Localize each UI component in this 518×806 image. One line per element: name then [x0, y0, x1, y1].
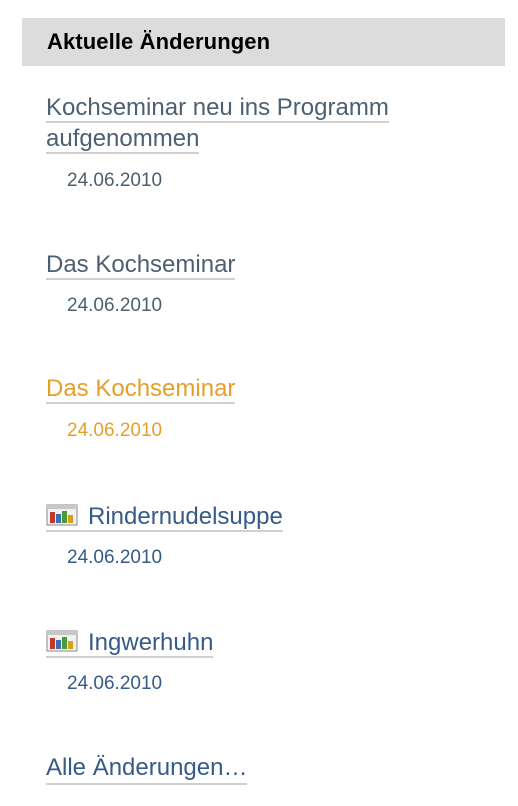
- item-link-kochseminar-neu-cont[interactable]: aufgenommen: [46, 125, 200, 154]
- item-link-das-kochseminar[interactable]: Das Kochseminar: [46, 251, 236, 280]
- item-date: 24.06.2010: [67, 420, 163, 441]
- item-date: 24.06.2010: [67, 673, 163, 694]
- recent-changes-portlet: Aktuelle Änderungen: [22, 18, 505, 66]
- document-icon: [46, 630, 78, 652]
- item-date: 24.06.2010: [67, 295, 163, 316]
- portlet-title: Aktuelle Änderungen: [47, 29, 271, 54]
- item-link-ingwerhuhn[interactable]: Ingwerhuhn: [46, 629, 214, 658]
- item-title: Ingwerhuhn: [88, 629, 214, 656]
- list-item: Rindernudelsuppe 24.06.2010: [46, 501, 486, 568]
- item-link-rindernudelsuppe[interactable]: Rindernudelsuppe: [46, 503, 283, 532]
- all-changes-link[interactable]: Alle Änderungen…: [46, 752, 248, 785]
- list-item: Ingwerhuhn 24.06.2010: [46, 627, 486, 694]
- item-date: 24.06.2010: [67, 170, 163, 191]
- item-title: Rindernudelsuppe: [88, 503, 283, 530]
- portlet-header: Aktuelle Änderungen: [22, 18, 505, 66]
- item-title: Das Kochseminar: [46, 251, 236, 278]
- item-title-line1: Kochseminar neu ins Programm: [46, 94, 389, 121]
- item-title-line2: aufgenommen: [46, 125, 200, 152]
- item-link-das-kochseminar-hover[interactable]: Das Kochseminar: [46, 375, 236, 404]
- list-item: Das Kochseminar 24.06.2010: [46, 373, 486, 441]
- item-link-kochseminar-neu[interactable]: Kochseminar neu ins Programm: [46, 94, 389, 123]
- item-title: Das Kochseminar: [46, 375, 236, 402]
- item-date: 24.06.2010: [67, 547, 163, 568]
- list-item: Kochseminar neu ins Programm aufgenommen…: [46, 92, 486, 191]
- list-item: Das Kochseminar 24.06.2010: [46, 249, 486, 316]
- document-icon: [46, 504, 78, 526]
